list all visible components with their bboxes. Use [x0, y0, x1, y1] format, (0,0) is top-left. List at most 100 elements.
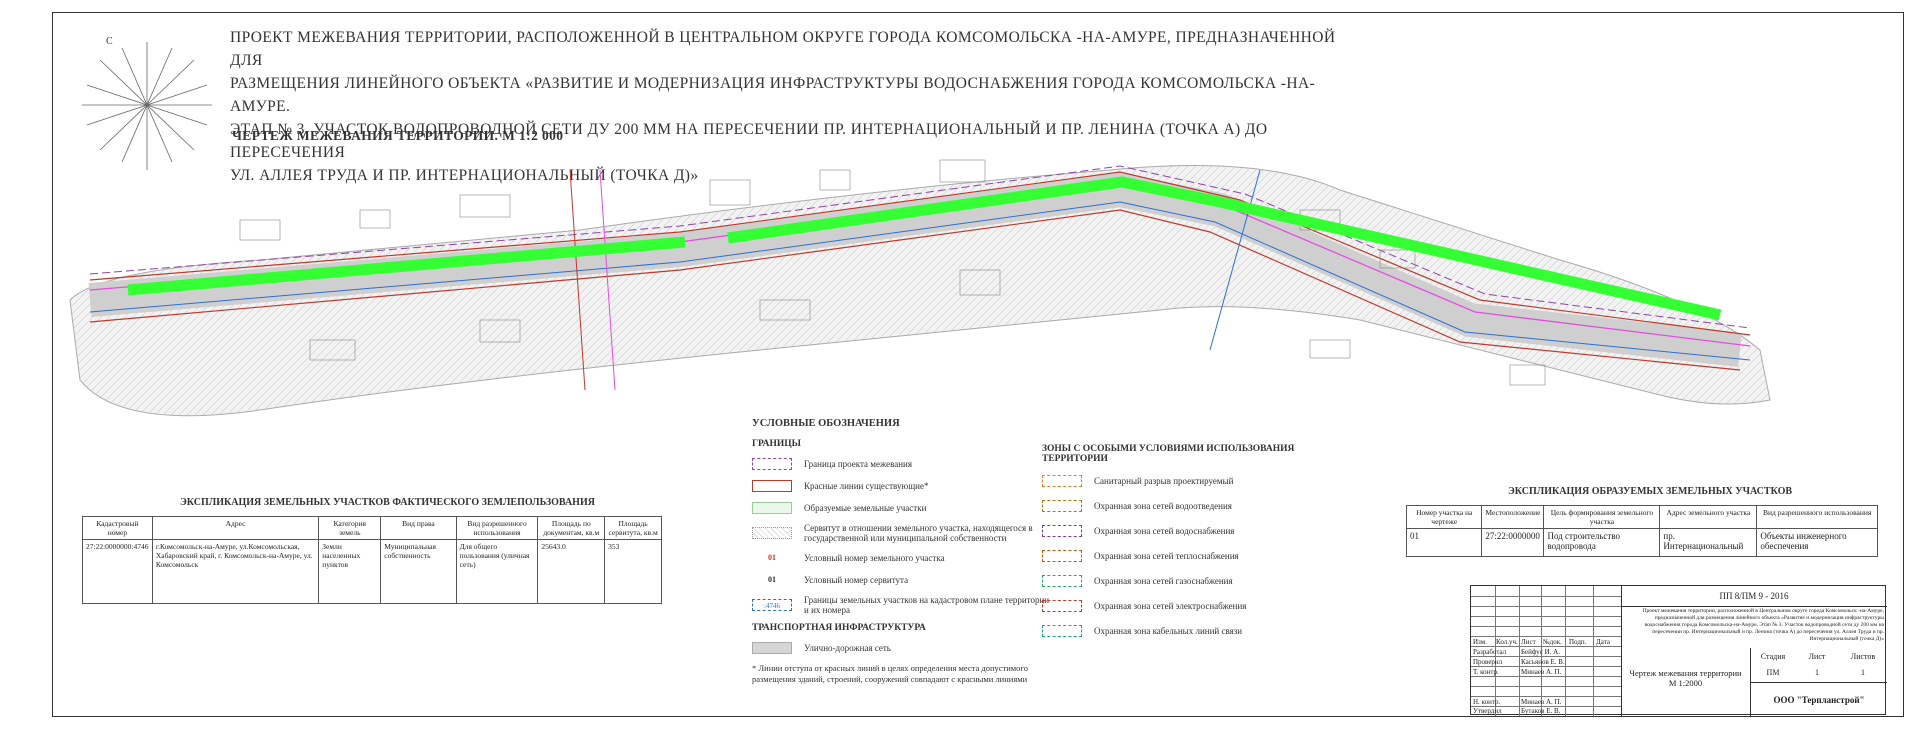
- legend-item: 01 Условный номер сервитута: [752, 573, 1052, 587]
- legend: УСЛОВНЫЕ ОБОЗНАЧЕНИЯ ГРАНИЦЫ Граница про…: [752, 418, 1052, 685]
- compass-north-label: С: [106, 36, 113, 47]
- zone-swatch: [1042, 475, 1082, 487]
- role-name: Бейфус И. А.: [1521, 648, 1560, 656]
- zone-swatch: [1042, 550, 1082, 562]
- table-cell: 27:22:0000000:4746: [82, 539, 153, 604]
- legend-item: Красные линии существующие*: [752, 479, 1052, 493]
- col-head-sign: Подп.: [1569, 638, 1587, 646]
- zone-label: Охранная зона кабельных линий связи: [1094, 626, 1243, 636]
- meta-val-sheet: 1: [1815, 668, 1819, 677]
- zone-swatch: [1042, 600, 1082, 612]
- col-head-izm: Изм.: [1473, 638, 1487, 646]
- legend-label: Границы земельных участков на кадастрово…: [804, 595, 1050, 615]
- zone-label: Санитарный разрыв проектируемый: [1094, 476, 1234, 486]
- role-name: Бутаков Е. В.: [1521, 707, 1561, 715]
- special-zones-legend: ЗОНЫ С ОСОБЫМИ УСЛОВИЯМИ ИСПОЛЬЗОВАНИЯ Т…: [1042, 440, 1362, 649]
- table-cell: 27:22:0000000: [1481, 528, 1545, 557]
- legend-swatch: [752, 642, 792, 654]
- table-row: 27:22:0000000:4746 г.Комсомольск-на-Амур…: [82, 539, 662, 604]
- legend-swatch: [752, 502, 792, 514]
- signature-grid: Изм. Кол.уч. Лист №док. Подп. Дата Разра…: [1471, 586, 1622, 716]
- role-label: Утвердил: [1473, 707, 1502, 715]
- legend-heading: УСЛОВНЫЕ ОБОЗНАЧЕНИЯ: [752, 418, 900, 429]
- zone-item: Охранная зона сетей теплоснабжения: [1042, 549, 1362, 563]
- table-header-cell: Вид разрешенного использования: [1756, 505, 1878, 529]
- meta-val-stage: ПМ: [1766, 668, 1780, 677]
- table-header-row: Номер участка на чертеже Местоположение …: [1405, 505, 1878, 529]
- col-head-list: Лист: [1521, 638, 1536, 646]
- legend-item: Граница проекта межевания: [752, 457, 1052, 471]
- zone-item: Охранная зона сетей водоотведения: [1042, 499, 1362, 513]
- formed-parcels-table: Номер участка на чертеже Местоположение …: [1405, 505, 1878, 557]
- zone-swatch: [1042, 500, 1082, 512]
- grid-vline: [1519, 586, 1520, 716]
- table-header-row: Кадастровый номер Адрес Категория земель…: [82, 516, 662, 540]
- table-header-cell: Цель формирования земельного участка: [1543, 505, 1661, 529]
- zone-swatch: [1042, 525, 1082, 537]
- table-header-cell: Местоположение: [1481, 505, 1545, 529]
- table-cell: 01: [1405, 528, 1483, 557]
- table2-caption: ЭКСПЛИКАЦИЯ ОБРАЗУЕМЫХ ЗЕМЕЛЬНЫХ УЧАСТКО…: [1508, 486, 1793, 497]
- table-header-cell: Категория земель: [318, 516, 382, 540]
- table-header-cell: Площадь по документам, кв.м: [537, 516, 606, 540]
- title-line-1: ПРОЕКТ МЕЖЕВАНИЯ ТЕРРИТОРИИ, РАСПОЛОЖЕНН…: [230, 29, 1336, 69]
- table-row: 01 27:22:0000000 Под строительство водоп…: [1405, 528, 1878, 557]
- table-header-cell: Вид права: [380, 516, 457, 540]
- zone-item: Охранная зона сетей водоснабжения: [1042, 524, 1362, 538]
- table-header-cell: Кадастровый номер: [82, 516, 153, 540]
- zone-label: Охранная зона сетей водоснабжения: [1094, 526, 1235, 536]
- legend-swatch: [752, 458, 792, 470]
- legend-label: Улично-дорожная сеть: [804, 643, 891, 653]
- table-header-cell: Адрес: [151, 516, 320, 540]
- legend-item: :4746 Границы земельных участков на када…: [752, 595, 1052, 615]
- table1-caption: ЭКСПЛИКАЦИЯ ЗЕМЕЛЬНЫХ УЧАСТКОВ ФАКТИЧЕСК…: [180, 497, 595, 508]
- drawing-code: ПП 8/ПМ 9 - 2016: [1621, 586, 1887, 607]
- title-line-2: РАЗМЕЩЕНИЯ ЛИНЕЙНОГО ОБЪЕКТА «РАЗВИТИЕ И…: [230, 75, 1316, 115]
- meta-head-sheets: Листов: [1850, 652, 1876, 661]
- grid-vline: [1593, 586, 1594, 716]
- drawing-description: Проект межевания территории, расположенн…: [1642, 608, 1884, 642]
- legend-swatch: [752, 480, 792, 492]
- zone-label: Охранная зона сетей теплоснабжения: [1094, 551, 1239, 561]
- zone-item: Охранная зона сетей электроснабжения: [1042, 599, 1362, 613]
- table-header-cell: Площадь сервитута, кв.м: [604, 516, 662, 540]
- sheet-title: Чертеж межевания территории М 1:2000: [1621, 648, 1751, 716]
- table-cell: 353: [604, 539, 662, 604]
- table-cell: пр. Интернациональный: [1659, 528, 1758, 557]
- legend-label: Условный номер сервитута: [804, 575, 909, 585]
- role-name: Касьянов Е. В.: [1521, 658, 1565, 666]
- legend-item: Образуемые земельные участки: [752, 501, 1052, 515]
- zone-swatch: [1042, 625, 1082, 637]
- sheet-meta: Стадия Лист Листов ПМ 1 1: [1751, 648, 1887, 682]
- legend-item: Улично-дорожная сеть: [752, 641, 1052, 655]
- table-header-cell: Вид разрешенного использования: [455, 516, 539, 540]
- zone-item: Охранная зона кабельных линий связи: [1042, 624, 1362, 638]
- table-header-cell: Адрес земельного участка: [1659, 505, 1758, 529]
- servitude-number-swatch: 01: [768, 575, 776, 584]
- zone-label: Охранная зона сетей газоснабжения: [1094, 576, 1233, 586]
- col-head-kol: Кол.уч.: [1496, 638, 1518, 646]
- role-label: Разработал: [1473, 648, 1507, 656]
- role-label: Т. контр.: [1473, 668, 1499, 676]
- parcel-number-swatch: 01: [768, 553, 776, 562]
- legend-swatch: [752, 527, 792, 539]
- table-cell: 25643.0: [537, 539, 606, 604]
- sheet-title-text: Чертеж межевания территории: [1629, 668, 1742, 678]
- grid-vline: [1565, 586, 1566, 716]
- table-cell: г.Комсомольск-на-Амуре, ул.Комсомольская…: [151, 539, 320, 604]
- actual-land-use-table: Кадастровый номер Адрес Категория земель…: [82, 516, 662, 604]
- sheet-scale: М 1:2000: [1668, 678, 1703, 688]
- company-name: ООО "Терпланстрой": [1751, 682, 1887, 717]
- role-name: Минаев А. П.: [1521, 698, 1562, 706]
- legend-label: Красные линии существующие*: [804, 481, 929, 491]
- legend-item: Сервитут в отношении земельного участка,…: [752, 523, 1052, 543]
- meta-head-stage: Стадия: [1760, 652, 1786, 661]
- table-cell: Под строительство водопровода: [1543, 528, 1661, 557]
- table-cell: Муниципальная собственность: [380, 539, 457, 604]
- zones-heading: ЗОНЫ С ОСОБЫМИ УСЛОВИЯМИ ИСПОЛЬЗОВАНИЯ Т…: [1042, 444, 1295, 464]
- legend-label: Образуемые земельные участки: [804, 503, 927, 513]
- role-name: Минаев А. П.: [1521, 668, 1562, 676]
- role-label: Проверил: [1473, 658, 1503, 666]
- zone-swatch: [1042, 575, 1082, 587]
- meta-val-sheets: 1: [1861, 668, 1865, 677]
